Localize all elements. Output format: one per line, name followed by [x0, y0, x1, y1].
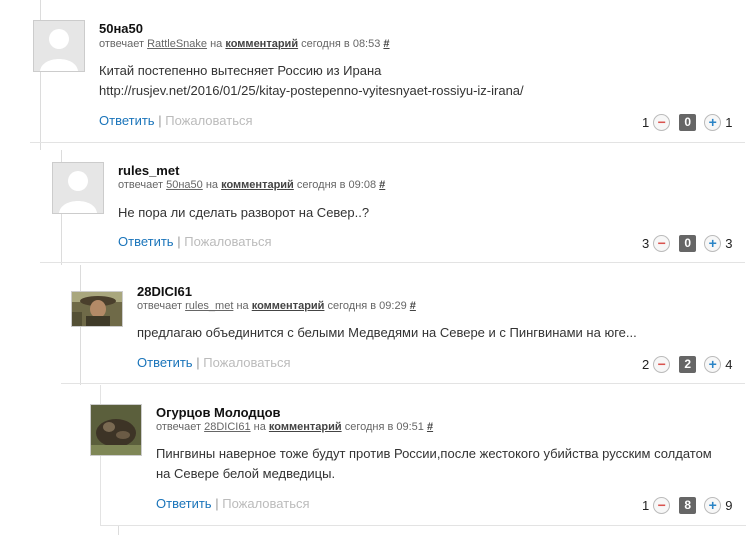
- vote-widget: 1 − 0 + 1: [642, 112, 732, 132]
- default-avatar-icon: [53, 163, 103, 213]
- comment-actions: Ответить | Пожаловаться: [137, 355, 291, 370]
- votes-down-count: 1: [642, 497, 650, 513]
- comment-time: сегодня в 09:29: [327, 300, 407, 312]
- comment-text-line: на Севере белой медведицы.: [156, 466, 336, 481]
- reply-to-link[interactable]: 50на50: [166, 179, 203, 191]
- report-button[interactable]: Пожаловаться: [203, 355, 290, 370]
- reply-prefix: отвечает: [137, 300, 183, 312]
- comment-meta: отвечает 50на50 на комментарий сегодня в…: [118, 179, 385, 191]
- votes-down-count: 1: [642, 114, 650, 130]
- comment-text-line: Пингвины наверное тоже будут против Росс…: [156, 446, 712, 461]
- comment-actions: Ответить | Пожаловаться: [118, 234, 272, 249]
- reply-button[interactable]: Ответить: [156, 496, 212, 511]
- comment-text: Не пора ли сделать разворот на Север..?: [118, 203, 369, 223]
- score-badge: 0: [679, 234, 697, 252]
- score-badge: 8: [679, 496, 697, 514]
- votes-up-count: 1: [725, 114, 733, 130]
- reply-prefix: отвечает: [118, 179, 164, 191]
- on-label: на: [253, 421, 266, 433]
- comment-link[interactable]: комментарий: [225, 38, 298, 50]
- reply-to-link[interactable]: 28DICI61: [204, 421, 250, 433]
- reply-button[interactable]: Ответить: [137, 355, 193, 370]
- comment-time: сегодня в 08:53: [301, 38, 381, 50]
- comment-time: сегодня в 09:08: [296, 179, 377, 191]
- vote-widget: 2 − 2 + 4: [642, 354, 732, 374]
- comment-meta: отвечает 28DICI61 на комментарий сегодня…: [156, 421, 433, 433]
- permalink-anchor[interactable]: #: [427, 421, 433, 433]
- plus-icon[interactable]: +: [704, 355, 722, 373]
- comment-text-line: предлагаю объединится с белыми Медведями…: [137, 325, 637, 340]
- reply-button[interactable]: Ответить: [118, 234, 174, 249]
- plus-icon[interactable]: +: [704, 113, 722, 131]
- comment-author[interactable]: Огурцов Молодцов: [156, 405, 281, 420]
- minus-icon[interactable]: −: [653, 355, 671, 373]
- comment-text: Китай постепенно вытесняет Россию из Ира…: [99, 61, 524, 101]
- comment-meta: отвечает RattleSnake на комментарий сего…: [99, 38, 390, 50]
- plus-icon[interactable]: +: [704, 496, 722, 514]
- votes-up-count: 4: [725, 356, 733, 372]
- comment-link[interactable]: комментарий: [221, 179, 294, 191]
- avatar: [33, 20, 85, 72]
- reply-button[interactable]: Ответить: [99, 113, 155, 128]
- votes-down-count: 3: [642, 235, 650, 251]
- on-label: на: [205, 179, 219, 191]
- user-photo-icon: [91, 405, 141, 455]
- user-photo-icon: [72, 292, 122, 326]
- permalink-anchor[interactable]: #: [410, 300, 416, 312]
- comment-link[interactable]: комментарий: [269, 421, 342, 433]
- comment-actions: Ответить | Пожаловаться: [156, 496, 310, 511]
- score-badge: 0: [679, 113, 697, 131]
- vote-widget: 1 − 8 + 9: [642, 495, 732, 515]
- reply-prefix: отвечает: [156, 421, 202, 433]
- comment-author[interactable]: rules_met: [118, 163, 179, 178]
- default-avatar-icon: [34, 21, 84, 71]
- comment-text: предлагаю объединится с белыми Медведями…: [137, 323, 637, 343]
- thread-line: [118, 525, 119, 535]
- comment-text: Пингвины наверное тоже будут против Росс…: [156, 444, 712, 484]
- comment-author[interactable]: 28DICI61: [137, 284, 192, 299]
- comment-actions: Ответить | Пожаловаться: [99, 113, 253, 128]
- separator: |: [215, 496, 219, 511]
- report-button[interactable]: Пожаловаться: [165, 113, 252, 128]
- reply-to-link[interactable]: rules_met: [185, 300, 233, 312]
- avatar: [90, 404, 142, 456]
- votes-down-count: 2: [642, 356, 650, 372]
- votes-up-count: 9: [725, 497, 733, 513]
- permalink-anchor[interactable]: #: [383, 38, 389, 50]
- avatar: [71, 291, 123, 327]
- separator: |: [196, 355, 200, 370]
- comment-link[interactable]: комментарий: [252, 300, 325, 312]
- comment-text-line: Не пора ли сделать разворот на Север..?: [118, 205, 370, 220]
- avatar: [52, 162, 104, 214]
- reply-to-link[interactable]: RattleSnake: [147, 38, 207, 50]
- separator: |: [158, 113, 162, 128]
- comment-text-line: Китай постепенно вытесняет Россию из Ира…: [99, 63, 382, 78]
- minus-icon[interactable]: −: [653, 496, 671, 514]
- comment-time: сегодня в 09:51: [344, 421, 424, 433]
- on-label: на: [210, 38, 223, 50]
- on-label: на: [236, 300, 249, 312]
- report-button[interactable]: Пожаловаться: [222, 496, 309, 511]
- comment-author[interactable]: 50на50: [99, 21, 143, 36]
- plus-icon[interactable]: +: [704, 234, 722, 252]
- reply-prefix: отвечает: [99, 38, 145, 50]
- comment-text-line[interactable]: http://rusjev.net/2016/01/25/kitay-poste…: [99, 81, 524, 101]
- separator: |: [177, 234, 181, 249]
- comment-meta: отвечает rules_met на комментарий сегодн…: [137, 300, 416, 312]
- permalink-anchor[interactable]: #: [379, 179, 385, 191]
- score-badge: 2: [679, 355, 697, 373]
- report-button[interactable]: Пожаловаться: [184, 234, 271, 249]
- minus-icon[interactable]: −: [653, 234, 671, 252]
- vote-widget: 3 − 0 + 3: [642, 233, 732, 253]
- votes-up-count: 3: [725, 235, 733, 251]
- minus-icon[interactable]: −: [653, 113, 671, 131]
